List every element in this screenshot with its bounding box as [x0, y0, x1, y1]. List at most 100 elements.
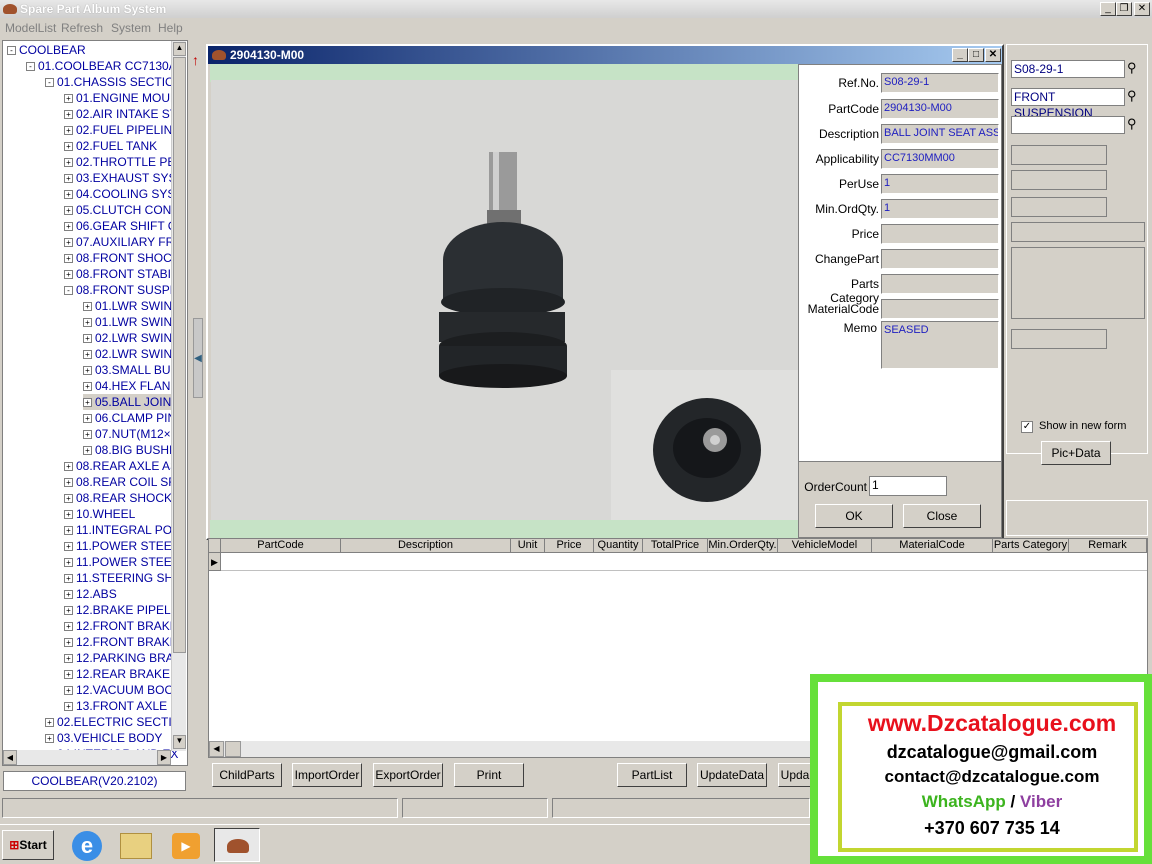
tree-node[interactable]: +08.FRONT SHOCK [64, 250, 180, 266]
expand-icon[interactable]: + [83, 382, 92, 392]
expand-icon[interactable]: + [64, 574, 73, 584]
active-app-taskbar-button[interactable] [214, 828, 260, 862]
explorer-folder-icon[interactable] [120, 833, 152, 859]
pic-data-button[interactable]: Pic+Data [1041, 441, 1111, 465]
description-search-input[interactable]: FRONT SUSPENSION [1011, 88, 1125, 120]
tree-node[interactable]: +12.REAR BRAKE [64, 666, 170, 682]
column-header[interactable]: VehicleModel [778, 539, 872, 553]
model-tree[interactable]: - COOLBEAR -01.COOLBEAR CC7130AN -01.CHASSI… [2, 40, 188, 766]
tree-node[interactable]: +11.STEERING SH [64, 570, 173, 586]
tree-vertical-scrollbar[interactable]: ▲ ▼ [171, 41, 186, 751]
expand-icon[interactable]: + [64, 206, 73, 216]
refno-search-input[interactable]: S08-29-1 [1011, 60, 1125, 78]
tree-node[interactable]: +03.EXHAUST SYS [64, 170, 177, 186]
collapse-icon[interactable]: - [64, 286, 73, 296]
column-header[interactable]: PartCode [221, 539, 341, 553]
tree-node[interactable]: +12.BRAKE PIPELI [64, 602, 174, 618]
expand-icon[interactable]: + [83, 318, 92, 328]
expand-icon[interactable]: + [64, 606, 73, 616]
tree-node[interactable]: +02.AIR INTAKE SY [64, 106, 178, 122]
tree-node[interactable]: +04.HEX FLANG [83, 378, 180, 394]
scroll-thumb[interactable] [225, 741, 241, 757]
column-header[interactable]: Min.OrderQty. [708, 539, 778, 553]
scroll-right-arrow-icon[interactable]: ▶ [157, 750, 171, 765]
column-header[interactable]: Description [341, 539, 511, 553]
other-search-input[interactable] [1011, 116, 1125, 134]
binoculars-icon[interactable]: ⚲ [1127, 116, 1137, 132]
expand-icon[interactable]: + [83, 414, 92, 424]
expand-icon[interactable]: + [64, 686, 73, 696]
tree-node[interactable]: +02.THROTTLE PE [64, 154, 175, 170]
expand-icon[interactable]: + [64, 638, 73, 648]
tree-node[interactable]: +13.FRONT AXLE I [64, 698, 174, 714]
tree-node[interactable]: -01.CHASSIS SECTION [45, 74, 183, 90]
import-order-button[interactable]: ImportOrder [292, 763, 362, 787]
menu-refresh[interactable]: Refresh [61, 21, 103, 35]
tree-node[interactable]: +02.LWR SWIN [83, 346, 172, 362]
tree-node[interactable]: -08.FRONT SUSPE [64, 282, 178, 298]
expand-icon[interactable]: + [83, 366, 92, 376]
dialog-close-button[interactable]: ✕ [985, 48, 1001, 62]
expand-icon[interactable]: + [64, 174, 73, 184]
binoculars-icon[interactable]: ⚲ [1127, 88, 1137, 104]
expand-icon[interactable]: + [64, 142, 73, 152]
tree-node[interactable]: - COOLBEAR [7, 42, 86, 58]
expand-icon[interactable]: + [64, 94, 73, 104]
expand-icon[interactable]: + [64, 126, 73, 136]
tree-node[interactable]: +12.VACUUM BOO [64, 682, 174, 698]
tree-node[interactable]: +08.REAR SHOCK [64, 490, 172, 506]
table-row[interactable] [221, 553, 1147, 571]
tree-node[interactable]: +08.REAR COIL SF [64, 474, 176, 490]
collapse-icon[interactable]: - [26, 62, 35, 72]
tree-node[interactable]: +11.POWER STEE [64, 554, 172, 570]
tree-node[interactable]: +12.FRONT BRAKE [64, 618, 178, 634]
scroll-left-arrow-icon[interactable]: ◀ [209, 741, 224, 757]
tree-node[interactable]: +12.FRONT BRAKE [64, 634, 178, 650]
column-header[interactable]: Parts Category [993, 539, 1069, 553]
expand-icon[interactable]: + [83, 302, 92, 312]
tree-node[interactable]: +12.ABS [64, 586, 117, 602]
expand-icon[interactable]: + [64, 590, 73, 600]
tree-node[interactable]: +05.BALL JOIN [83, 394, 172, 410]
media-player-icon[interactable]: ▶ [172, 833, 200, 859]
tree-horizontal-scrollbar[interactable]: ◀ ▶ [3, 750, 171, 765]
expand-icon[interactable]: + [83, 446, 92, 456]
expand-icon[interactable]: + [64, 254, 73, 264]
tree-node[interactable]: +03.VEHICLE BODY [45, 730, 162, 746]
export-order-button[interactable]: ExportOrder [373, 763, 443, 787]
expand-icon[interactable]: + [64, 238, 73, 248]
tree-node[interactable]: +01.LWR SWIN [83, 314, 172, 330]
tree-node[interactable]: +01.ENGINE MOUN [64, 90, 179, 106]
column-header[interactable]: Price [545, 539, 594, 553]
collapse-icon[interactable]: - [7, 46, 16, 56]
scroll-up-arrow-icon[interactable]: ▲ [173, 42, 186, 56]
scroll-down-arrow-icon[interactable]: ▼ [173, 735, 186, 749]
tree-node[interactable]: +10.WHEEL [64, 506, 135, 522]
expand-icon[interactable]: + [83, 430, 92, 440]
restore-button[interactable]: ❐ [1116, 2, 1132, 16]
tree-node[interactable]: +03.SMALL BU [83, 362, 171, 378]
expand-icon[interactable]: + [64, 622, 73, 632]
expand-icon[interactable]: + [45, 718, 54, 728]
expand-icon[interactable]: + [64, 526, 73, 536]
menu-modellist[interactable]: ModelList [5, 21, 56, 35]
expand-icon[interactable]: + [64, 222, 73, 232]
tree-node[interactable]: +07.NUT(M12× [83, 426, 171, 442]
expand-icon[interactable]: + [64, 542, 73, 552]
dialog-maximize-button[interactable]: □ [968, 48, 984, 62]
expand-icon[interactable]: + [64, 190, 73, 200]
tree-node[interactable]: +08.REAR AXLE AS [64, 458, 178, 474]
binoculars-icon[interactable]: ⚲ [1127, 60, 1137, 76]
scroll-left-arrow-icon[interactable]: ◀ [3, 750, 17, 765]
tree-node[interactable]: +02.FUEL PIPELINI [64, 122, 176, 138]
update-button[interactable]: Upda [778, 763, 812, 787]
expand-icon[interactable]: + [64, 654, 73, 664]
tree-node[interactable]: +08.BIG BUSHI [83, 442, 172, 458]
expand-icon[interactable]: + [64, 558, 73, 568]
close-button[interactable]: ✕ [1134, 2, 1150, 16]
tree-node[interactable]: +06.GEAR SHIFT C [64, 218, 176, 234]
tree-node[interactable]: +06.CLAMP PIN [83, 410, 176, 426]
tree-node[interactable]: +01.LWR SWIN [83, 298, 172, 314]
expand-icon[interactable]: + [83, 350, 92, 360]
collapse-panel-icon[interactable]: ◀ [193, 318, 203, 398]
